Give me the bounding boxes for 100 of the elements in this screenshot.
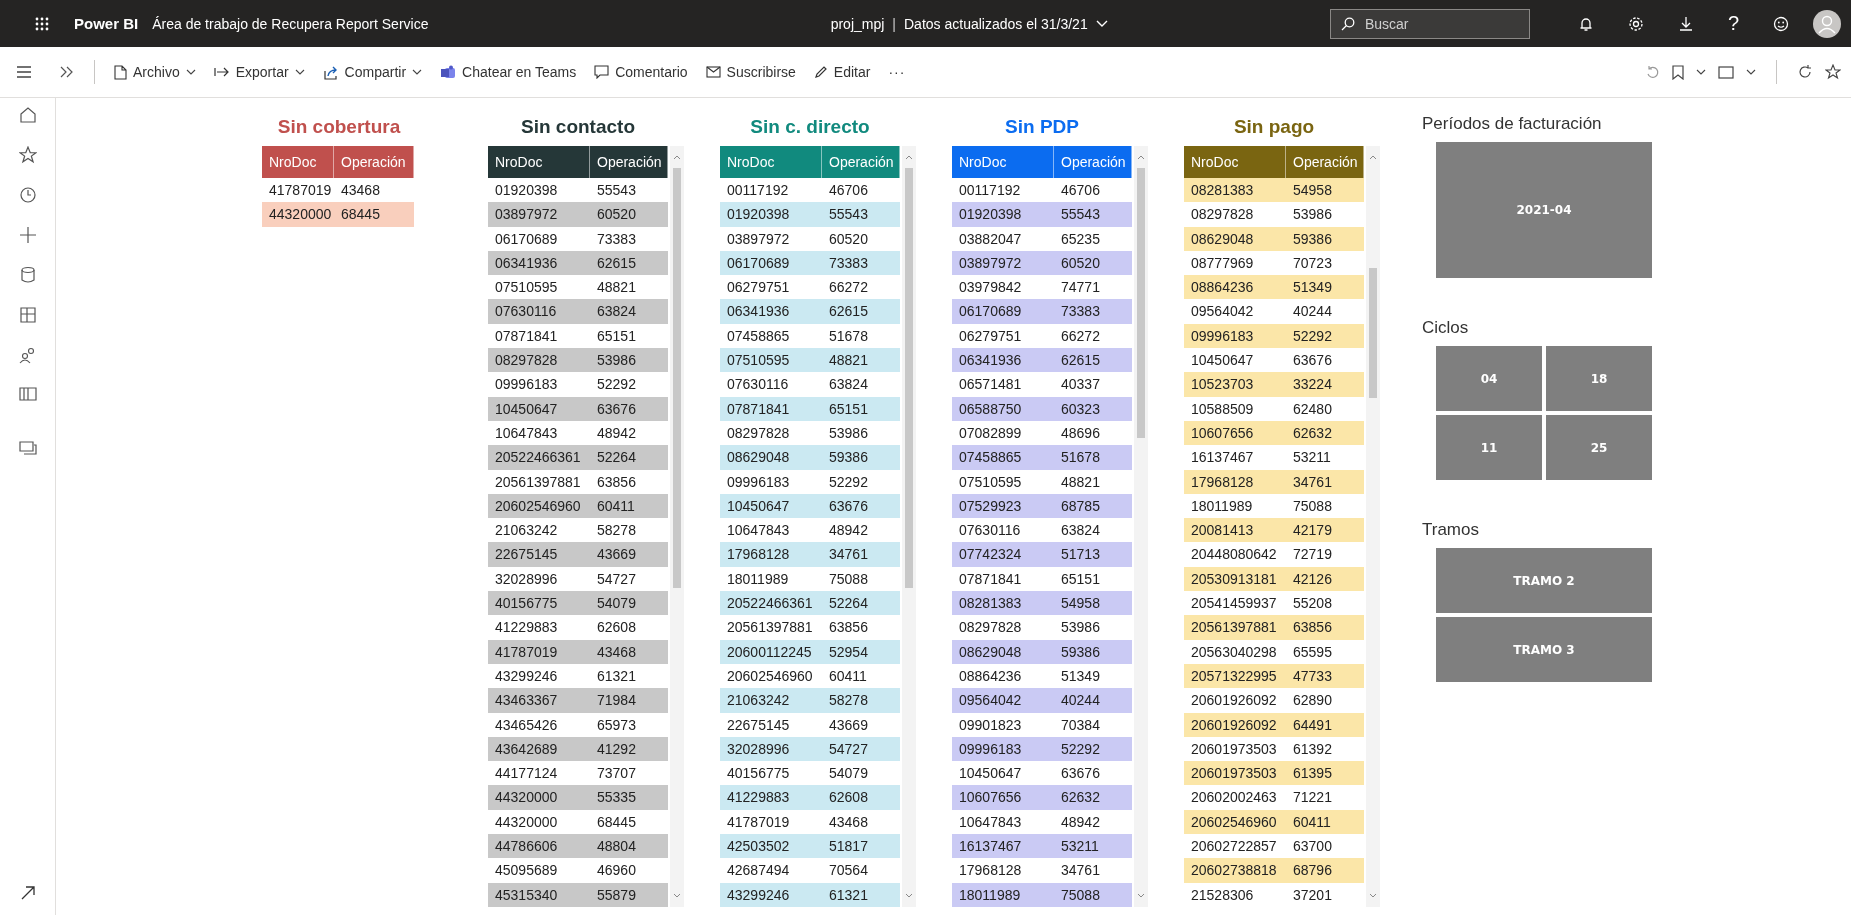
toolbar-button[interactable]: Comentario bbox=[587, 60, 695, 84]
table-cell: 47733 bbox=[1286, 663, 1364, 689]
share-icon bbox=[322, 64, 339, 80]
table-cell: 32028996 bbox=[720, 736, 822, 762]
data-updated-label[interactable]: Datos actualizados el 31/3/21 bbox=[904, 15, 1088, 32]
search-field[interactable]: Buscar bbox=[1329, 8, 1530, 39]
table-cell-text: 09996183 bbox=[494, 375, 559, 395]
table-cell: 53986 bbox=[590, 348, 668, 373]
app-name[interactable]: Power BI bbox=[74, 15, 139, 32]
table-cell: 54958 bbox=[1286, 178, 1364, 203]
help-button[interactable]: ? bbox=[1727, 12, 1739, 35]
table-cell: 42179 bbox=[1286, 518, 1364, 543]
scrollbar[interactable] bbox=[1366, 146, 1380, 907]
toolbar-button[interactable]: Chatear en Teams bbox=[433, 60, 584, 84]
toolbar-button[interactable]: Compartir bbox=[315, 60, 430, 84]
table-cell: 07871841 bbox=[720, 396, 822, 421]
table-cell: 08864236 bbox=[1184, 275, 1286, 300]
pencil-icon bbox=[813, 65, 828, 79]
column-header[interactable]: Operación bbox=[822, 146, 900, 178]
star-icon[interactable] bbox=[18, 146, 37, 164]
column-header[interactable]: NroDoc bbox=[720, 146, 822, 178]
table-cell-text: 61321 bbox=[596, 666, 637, 686]
people-icon[interactable] bbox=[18, 346, 37, 364]
table-cell-text: 46960 bbox=[596, 861, 637, 881]
scrollbar[interactable] bbox=[902, 146, 916, 907]
scrollbar[interactable] bbox=[670, 146, 684, 907]
table-cell-text: 20448080642 bbox=[1190, 545, 1278, 565]
column-header[interactable]: Operación bbox=[590, 146, 668, 178]
view-icon[interactable] bbox=[1718, 65, 1734, 79]
slicer-option[interactable]: TRAMO 3 bbox=[1436, 617, 1652, 682]
table-cell: 41787019 bbox=[488, 639, 590, 664]
more-options-button[interactable]: ··· bbox=[881, 60, 913, 84]
table-cell-text: 01920398 bbox=[494, 181, 559, 200]
home-icon[interactable] bbox=[18, 106, 37, 124]
table-cell-text: 06571481 bbox=[958, 375, 1023, 395]
table-cell: 68445 bbox=[334, 202, 414, 227]
table-cell-text: 72719 bbox=[1292, 545, 1333, 565]
table-cell: 63856 bbox=[1286, 615, 1364, 640]
scroll-thumb[interactable] bbox=[1137, 168, 1145, 438]
bookmark-icon[interactable] bbox=[1672, 64, 1684, 80]
avatar-icon[interactable] bbox=[1813, 9, 1841, 38]
table-cell-text: 00117192 bbox=[726, 181, 790, 200]
table-cell: 63676 bbox=[822, 493, 900, 519]
table-cell: 68796 bbox=[1286, 858, 1364, 883]
star-icon[interactable] bbox=[1825, 64, 1841, 80]
column-header[interactable]: NroDoc bbox=[1184, 146, 1286, 178]
book-icon[interactable] bbox=[18, 386, 37, 402]
grid-icon[interactable] bbox=[18, 306, 37, 324]
workspace-title[interactable]: Área de trabajo de Recupera Report Service bbox=[152, 15, 429, 32]
undo-icon[interactable] bbox=[1646, 65, 1660, 79]
table-cell-text: 60411 bbox=[828, 666, 868, 686]
database-icon[interactable] bbox=[19, 266, 36, 284]
table-cell-text: 20602546960 bbox=[726, 666, 814, 686]
slicer-option[interactable]: 25 bbox=[1546, 415, 1652, 480]
toolbar-button[interactable]: Exportar bbox=[206, 60, 312, 84]
slicer-option[interactable]: 18 bbox=[1546, 346, 1652, 411]
smiley-icon[interactable] bbox=[1773, 15, 1789, 32]
scrollbar[interactable] bbox=[1134, 146, 1148, 907]
table-cell-text: 06170689 bbox=[494, 229, 559, 249]
teams-icon bbox=[440, 64, 457, 80]
toolbar-button[interactable]: Editar bbox=[806, 60, 878, 84]
column-header[interactable]: Operación bbox=[1054, 146, 1132, 178]
toolbar-button[interactable]: Archivo bbox=[107, 60, 203, 84]
table-title: Sin PDP bbox=[1004, 116, 1080, 139]
chevron-down-icon[interactable] bbox=[1696, 69, 1706, 75]
clock-icon[interactable] bbox=[18, 186, 37, 204]
refresh-icon[interactable] bbox=[1797, 64, 1813, 80]
plus-icon[interactable] bbox=[18, 226, 37, 244]
arrow-up-right-icon[interactable] bbox=[19, 885, 36, 901]
table-cell-text: 68445 bbox=[596, 812, 637, 832]
settings-icon[interactable] bbox=[1627, 15, 1644, 32]
table-cell-text: 54079 bbox=[828, 764, 869, 784]
slicer-option[interactable]: 2021-04 bbox=[1436, 142, 1652, 278]
table-title: Sin pago bbox=[1232, 116, 1316, 139]
table-cell-text: 40244 bbox=[1292, 302, 1333, 322]
app-launcher-icon[interactable] bbox=[34, 15, 50, 32]
column-header[interactable]: Operación bbox=[334, 146, 414, 178]
column-header[interactable]: NroDoc bbox=[262, 146, 334, 178]
monitor-icon[interactable] bbox=[18, 440, 37, 456]
hamburger-menu-icon[interactable] bbox=[16, 65, 32, 79]
chevron-down-icon[interactable] bbox=[1746, 69, 1756, 75]
slicer-option[interactable]: 11 bbox=[1436, 415, 1542, 480]
download-icon[interactable] bbox=[1677, 15, 1694, 32]
column-header[interactable]: NroDoc bbox=[488, 146, 590, 178]
table-cell-text: 08297828 bbox=[1190, 205, 1255, 225]
table-cell: 20081413 bbox=[1184, 518, 1286, 543]
slicer-option[interactable]: TRAMO 2 bbox=[1436, 548, 1652, 613]
table-cell: 51678 bbox=[1054, 445, 1132, 470]
table-cell: 73383 bbox=[1054, 299, 1132, 324]
table-cell: 61321 bbox=[822, 882, 900, 907]
column-header[interactable]: NroDoc bbox=[952, 146, 1054, 178]
expand-icon[interactable] bbox=[60, 66, 74, 78]
column-header[interactable]: Operación bbox=[1286, 146, 1364, 178]
table-cell-text: 10450647 bbox=[958, 764, 1023, 784]
slicer-option[interactable]: 04 bbox=[1436, 346, 1542, 411]
scroll-thumb[interactable] bbox=[905, 168, 913, 588]
scroll-thumb[interactable] bbox=[1369, 268, 1377, 398]
scroll-thumb[interactable] bbox=[673, 168, 681, 588]
document-icon bbox=[114, 64, 127, 80]
toolbar-button[interactable]: Suscribirse bbox=[698, 60, 803, 84]
